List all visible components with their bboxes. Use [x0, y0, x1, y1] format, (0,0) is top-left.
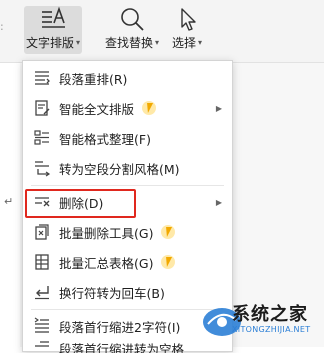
menu-item-label: 段落重排(R): [59, 71, 128, 87]
empty-paragraph-style-icon: [33, 159, 51, 177]
menu-item-label: 智能格式整理(F): [59, 131, 151, 147]
find-replace-label: 查找替换: [105, 36, 154, 50]
submenu-arrow-icon: ▶: [215, 197, 222, 207]
menu-item-label: 批量汇总表格(G): [59, 255, 154, 271]
batch-delete-icon: [33, 223, 51, 241]
premium-lightning-icon: [161, 225, 176, 239]
ribbon-toolbar: : 文字排版 ▾ 查找替换 ▾ 选择 ▾: [0, 0, 324, 63]
menu-item-label: 段落首行缩进2字符(I): [59, 319, 181, 335]
first-line-indent-icon: [33, 317, 51, 335]
batch-summary-icon: [33, 253, 51, 271]
menu-item-delete[interactable]: 删除(D) ▶: [23, 187, 232, 217]
chevron-down-icon: ▾: [76, 38, 81, 47]
watermark-url: XITONGZHIJIA.NET: [232, 325, 311, 334]
select-button[interactable]: 选择 ▾: [172, 6, 202, 51]
delete-icon: [33, 193, 51, 211]
menu-item-label: 段落首行缩进转为空格: [59, 342, 185, 353]
text-layout-icon: [39, 6, 67, 32]
submenu-arrow-icon: ▶: [215, 103, 222, 113]
menu-item-label: 智能全文排版: [59, 101, 135, 117]
format-cleanup-icon: [33, 129, 51, 147]
premium-lightning-icon: [142, 101, 157, 115]
smart-layout-icon: [33, 99, 51, 117]
menu-separator: [31, 185, 224, 186]
menu-item-smart-layout[interactable]: 智能全文排版 ▶: [23, 93, 232, 123]
menu-item-batch-delete-tool[interactable]: 批量删除工具(G): [23, 217, 232, 247]
menu-item-format-cleanup[interactable]: 智能格式整理(F): [23, 123, 232, 153]
indent-to-space-icon: [33, 339, 51, 353]
menu-separator: [31, 309, 224, 310]
menu-item-empty-paragraph-style[interactable]: 转为空段分割风格(M): [23, 153, 232, 183]
ribbon-edge-mark: :: [0, 20, 4, 33]
text-layout-button[interactable]: 文字排版 ▾: [24, 6, 83, 54]
chevron-down-icon: ▾: [155, 38, 160, 47]
chevron-down-icon: ▾: [198, 38, 203, 47]
find-replace-button[interactable]: 查找替换 ▾: [105, 6, 159, 51]
menu-item-label: 删除(D): [59, 195, 104, 211]
linebreak-convert-icon: [33, 283, 51, 301]
menu-item-label: 换行符转为回车(B): [59, 285, 165, 301]
text-layout-label: 文字排版: [26, 36, 75, 50]
search-icon: [118, 6, 146, 32]
menu-item-label: 转为空段分割风格(M): [59, 161, 180, 177]
paragraph-reflow-icon: [33, 69, 51, 87]
watermark-title: 系统之家: [232, 304, 308, 325]
menu-item-paragraph-reflow[interactable]: 段落重排(R): [23, 63, 232, 93]
menu-item-label: 批量删除工具(G): [59, 225, 154, 241]
menu-item-batch-summary-table[interactable]: 批量汇总表格(G): [23, 247, 232, 277]
cursor-icon: [173, 6, 201, 32]
paragraph-return-icon: ↵: [4, 195, 14, 208]
premium-lightning-icon: [161, 255, 176, 269]
select-label: 选择: [172, 36, 197, 50]
